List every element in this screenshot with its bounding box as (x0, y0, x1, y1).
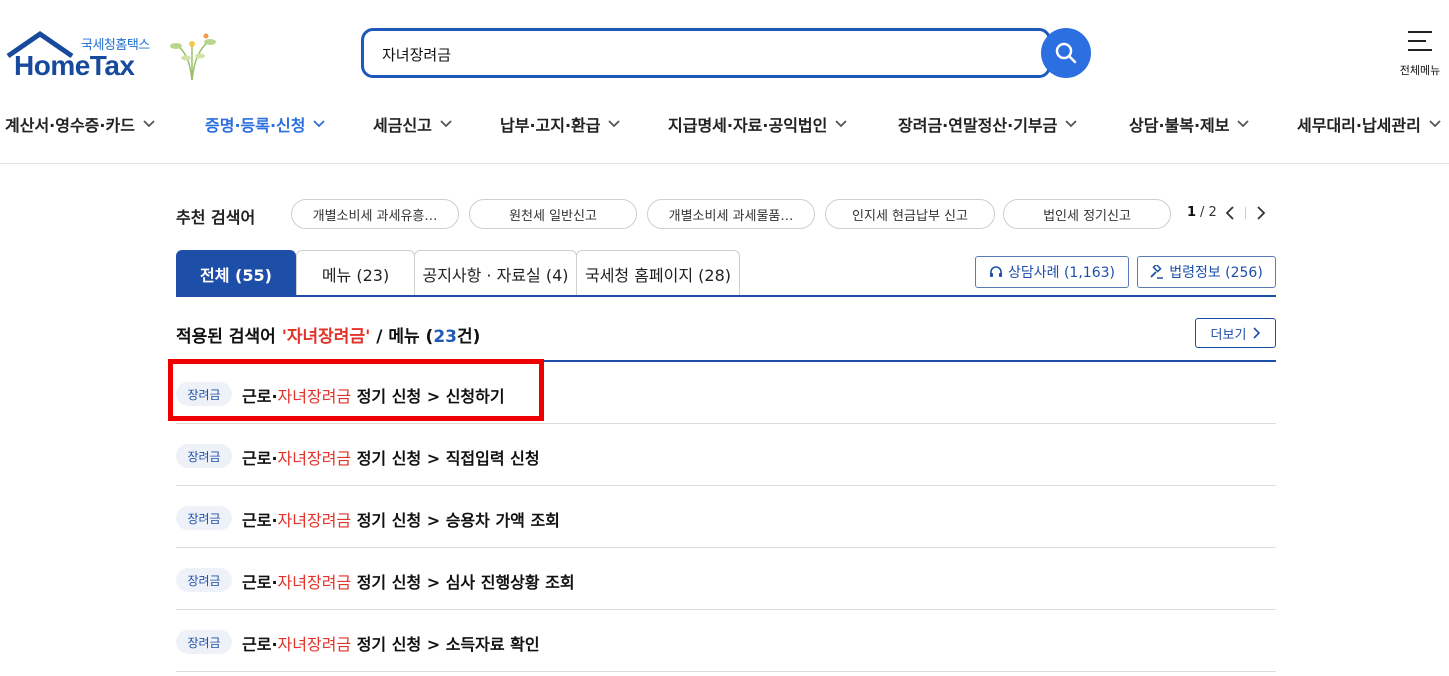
nav-label: 세무대리·납세관리 (1297, 116, 1421, 135)
nav-label: 세금신고 (373, 116, 432, 135)
result-suffix: 정기 신청 > 심사 진행상황 조회 (351, 573, 575, 592)
result-highlight: 자녀장려금 (277, 573, 352, 592)
headset-icon (990, 266, 1002, 277)
chevron-down-icon (313, 120, 326, 128)
nav-divider (0, 163, 1449, 164)
result-tabs: 전체 (55) 메뉴 (23) 공지사항 · 자료실 (4) 국세청 홈페이지 … (176, 250, 1276, 297)
keyword-chip[interactable]: 개별소비세 과세유흥… (291, 199, 459, 229)
keyword-chip[interactable]: 원천세 일반신고 (469, 199, 637, 229)
chevron-down-icon (1429, 120, 1441, 128)
nav-label: 증명·등록·신청 (205, 116, 306, 135)
keyword-chip[interactable]: 개별소비세 과세물품… (647, 199, 815, 229)
consult-cases-label: 상담사례 (1,163) (1008, 265, 1115, 281)
nav-item-statements[interactable]: 지급명세·자료·공익법인 (668, 112, 847, 136)
nav-label: 납부·고지·환급 (500, 116, 601, 135)
logo-title: HomeTax (14, 50, 135, 81)
category-badge: 장려금 (176, 630, 232, 654)
more-label: 더보기 (1210, 327, 1247, 343)
more-button[interactable]: 더보기 (1195, 318, 1276, 348)
chevron-right-icon (1253, 327, 1261, 339)
law-info-label: 법령정보 (256) (1169, 265, 1263, 281)
keyword-chip[interactable]: 인지세 현금납부 신고 (825, 199, 995, 229)
result-prefix: 근로· (242, 635, 278, 654)
result-link[interactable]: 근로·자녀장려금 정기 신청 > 승용차 가액 조회 (242, 507, 560, 531)
result-row[interactable]: 장려금 근로·자녀장려금 정기 신청 > 승용차 가액 조회 (176, 486, 1276, 548)
applied-suffix: 건) (456, 327, 481, 347)
applied-prefix: 적용된 검색어 (176, 327, 282, 347)
nav-label: 상담·불복·제보 (1129, 116, 1230, 135)
tab-notice[interactable]: 공지사항 · 자료실 (4) (414, 250, 577, 296)
recommended-title: 추천 검색어 (176, 208, 256, 227)
nav-label: 장려금·연말정산·기부금 (898, 116, 1058, 135)
keyword-pager: 1 / 2 (1187, 205, 1266, 220)
chevron-down-icon (608, 120, 621, 128)
applied-keyword: '자녀장려금' (281, 327, 371, 347)
recommended-keywords: 추천 검색어 개별소비세 과세유흥… 원천세 일반신고 개별소비세 과세물품… … (176, 199, 1276, 229)
hamburger-icon (1408, 31, 1432, 51)
nav-item-certificate[interactable]: 증명·등록·신청 (205, 112, 326, 136)
nav-item-tax-return[interactable]: 세금신고 (373, 112, 452, 136)
law-info-button[interactable]: 법령정보 (256) (1137, 256, 1276, 288)
search-icon (1055, 42, 1077, 64)
main-nav: 계산서·영수증·카드 증명·등록·신청 세금신고 납부·고지·환급 지급명세·자… (0, 100, 1449, 144)
tab-all[interactable]: 전체 (55) (176, 250, 296, 296)
result-highlight: 자녀장려금 (277, 635, 352, 654)
tab-nts-homepage[interactable]: 국세청 홈페이지 (28) (576, 250, 740, 296)
all-menu-label: 전체메뉴 (1399, 64, 1441, 77)
result-suffix: 정기 신청 > 직접입력 신청 (351, 449, 540, 468)
gavel-icon (1150, 265, 1164, 279)
result-link[interactable]: 근로·자녀장려금 정기 신청 > 직접입력 신청 (242, 445, 540, 469)
hometax-logo[interactable]: 국세청홈택스 HomeTax (6, 30, 221, 85)
nav-item-invoice[interactable]: 계산서·영수증·카드 (5, 112, 155, 136)
applied-search-heading: 적용된 검색어 '자녀장려금' / 메뉴 (23건) (176, 322, 480, 347)
nav-item-incentive[interactable]: 장려금·연말정산·기부금 (898, 112, 1077, 136)
pager-divider (1244, 206, 1246, 219)
nav-item-agent[interactable]: 세무대리·납세관리 (1297, 112, 1441, 136)
nav-label: 계산서·영수증·카드 (5, 116, 135, 135)
chevron-down-icon (440, 120, 452, 128)
highlight-box (168, 359, 544, 421)
chevron-down-icon (143, 120, 155, 128)
page-total: / 2 (1200, 205, 1217, 220)
chevron-down-icon (1065, 120, 1077, 128)
result-row[interactable]: 장려금 근로·자녀장려금 정기 신청 > 소득자료 확인 (176, 610, 1276, 672)
search-box (361, 28, 1051, 78)
tabs-underline (176, 295, 1276, 297)
result-highlight: 자녀장려금 (277, 449, 352, 468)
result-prefix: 근로· (242, 573, 278, 592)
nav-item-payment[interactable]: 납부·고지·환급 (500, 112, 621, 136)
search-button[interactable] (1041, 28, 1091, 78)
result-highlight: 자녀장려금 (277, 511, 352, 530)
result-prefix: 근로· (242, 511, 278, 530)
tab-menu[interactable]: 메뉴 (23) (296, 250, 415, 296)
page-current: 1 (1187, 205, 1197, 220)
keyword-chip[interactable]: 법인세 정기신고 (1003, 199, 1171, 229)
category-badge: 장려금 (176, 506, 232, 530)
chevron-right-icon[interactable] (1256, 205, 1266, 220)
result-prefix: 근로· (242, 449, 278, 468)
all-menu-button[interactable]: 전체메뉴 (1395, 30, 1445, 78)
header: 국세청홈택스 HomeTax 전체메뉴 (0, 0, 1449, 100)
result-row[interactable]: 장려금 근로·자녀장려금 정기 신청 > 심사 진행상황 조회 (176, 548, 1276, 610)
nav-item-consult[interactable]: 상담·불복·제보 (1129, 112, 1250, 136)
result-link[interactable]: 근로·자녀장려금 정기 신청 > 심사 진행상황 조회 (242, 569, 575, 593)
chevron-down-icon (835, 120, 847, 128)
result-link[interactable]: 근로·자녀장려금 정기 신청 > 소득자료 확인 (242, 631, 540, 655)
chevron-left-icon[interactable] (1225, 205, 1235, 220)
category-badge: 장려금 (176, 444, 232, 468)
nav-label: 지급명세·자료·공익법인 (668, 116, 828, 135)
applied-mid: / 메뉴 ( (370, 327, 434, 347)
result-suffix: 정기 신청 > 승용차 가액 조회 (351, 511, 560, 530)
search-input[interactable] (382, 43, 1022, 65)
result-row[interactable]: 장려금 근로·자녀장려금 정기 신청 > 직접입력 신청 (176, 424, 1276, 486)
plant-icon (170, 33, 216, 81)
applied-count: 23 (433, 327, 457, 347)
category-badge: 장려금 (176, 568, 232, 592)
result-suffix: 정기 신청 > 소득자료 확인 (351, 635, 540, 654)
consult-cases-button[interactable]: 상담사례 (1,163) (975, 256, 1129, 288)
chevron-down-icon (1237, 120, 1250, 128)
